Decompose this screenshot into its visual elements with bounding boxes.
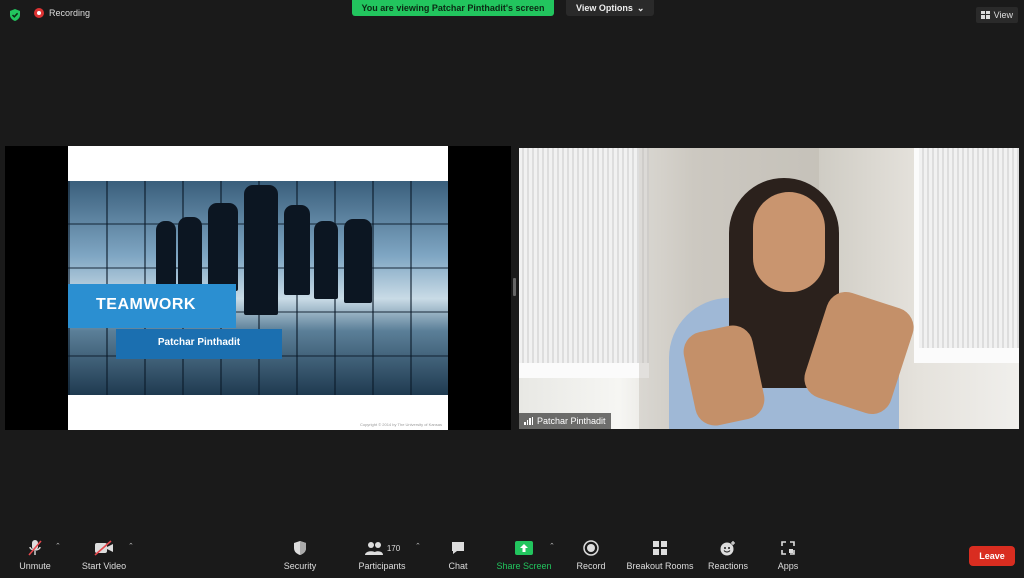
leave-button[interactable]: Leave	[969, 546, 1015, 566]
view-options-button[interactable]: View Options ⌄	[566, 0, 655, 16]
top-bar: Recording You are viewing Patchar Pintha…	[0, 0, 1024, 30]
recording-dot-icon	[34, 8, 44, 18]
video-options-chevron-icon[interactable]: ⌃	[128, 542, 134, 550]
shared-screen-panel: TEAMWORK Patchar Pinthadit Copyright © 2…	[5, 146, 511, 430]
audio-options-chevron-icon[interactable]: ⌃	[55, 542, 61, 550]
recording-label: Recording	[49, 8, 91, 18]
chat-button[interactable]: Chat	[423, 539, 493, 575]
participant-name: Patchar Pinthadit	[537, 416, 606, 426]
participants-icon	[364, 542, 383, 555]
recording-indicator[interactable]: Recording	[34, 8, 90, 18]
share-options-chevron-icon[interactable]: ⌃	[549, 542, 555, 550]
view-button[interactable]: View	[975, 7, 1018, 23]
record-icon	[583, 540, 599, 556]
presentation-slide: TEAMWORK Patchar Pinthadit Copyright © 2…	[68, 146, 448, 430]
share-screen-icon	[515, 541, 533, 555]
panel-splitter-handle[interactable]	[513, 278, 516, 296]
participant-count: 170	[386, 543, 401, 553]
teamwork-photo: TEAMWORK Patchar Pinthadit	[68, 181, 448, 395]
record-label: Record	[576, 561, 606, 571]
participants-button[interactable]: 170 Participants	[344, 539, 420, 575]
slide-presenter-name: Patchar Pinthadit	[157, 337, 241, 348]
grid-view-icon	[980, 11, 990, 19]
security-label: Security	[283, 561, 317, 571]
apps-button[interactable]: Apps	[753, 539, 823, 575]
participant-name-tag: Patchar Pinthadit	[519, 413, 611, 429]
breakout-rooms-label: Breakout Rooms	[626, 561, 694, 571]
slide-copyright: Copyright © 2014 by The University of Ka…	[359, 422, 442, 427]
slide-presenter-box: Patchar Pinthadit	[116, 329, 282, 359]
breakout-rooms-icon	[653, 541, 667, 555]
start-video-label: Start Video	[81, 561, 127, 571]
security-button[interactable]: Security	[265, 539, 335, 575]
participants-label: Participants	[358, 561, 406, 571]
slide-title: TEAMWORK	[96, 296, 196, 313]
view-label: View	[993, 10, 1013, 20]
record-button[interactable]: Record	[556, 539, 626, 575]
chevron-down-icon: ⌄	[636, 3, 645, 13]
breakout-rooms-button[interactable]: Breakout Rooms	[620, 539, 700, 575]
reactions-smiley-icon	[720, 541, 735, 556]
participants-options-chevron-icon[interactable]: ⌃	[415, 542, 421, 550]
view-options-label: View Options	[576, 3, 633, 13]
participant-video[interactable]: Patchar Pinthadit	[519, 148, 1019, 429]
chat-bubble-icon	[452, 542, 464, 554]
microphone-muted-icon	[28, 540, 42, 556]
chat-label: Chat	[448, 561, 468, 571]
slide-title-box: TEAMWORK	[68, 284, 236, 328]
meeting-toolbar: Unmute ⌃ Start Video ⌃ Security 170 Part…	[0, 534, 1024, 578]
security-shield-icon	[294, 541, 306, 555]
apps-label: Apps	[777, 561, 799, 571]
unmute-label: Unmute	[19, 561, 51, 571]
apps-icon	[781, 541, 795, 555]
security-shield-icon[interactable]	[8, 8, 22, 22]
viewing-screen-banner: You are viewing Patchar Pinthadit's scre…	[352, 0, 554, 16]
signal-strength-icon	[524, 417, 533, 425]
video-camera-off-icon	[94, 540, 113, 556]
share-screen-label: Share Screen	[496, 561, 552, 571]
